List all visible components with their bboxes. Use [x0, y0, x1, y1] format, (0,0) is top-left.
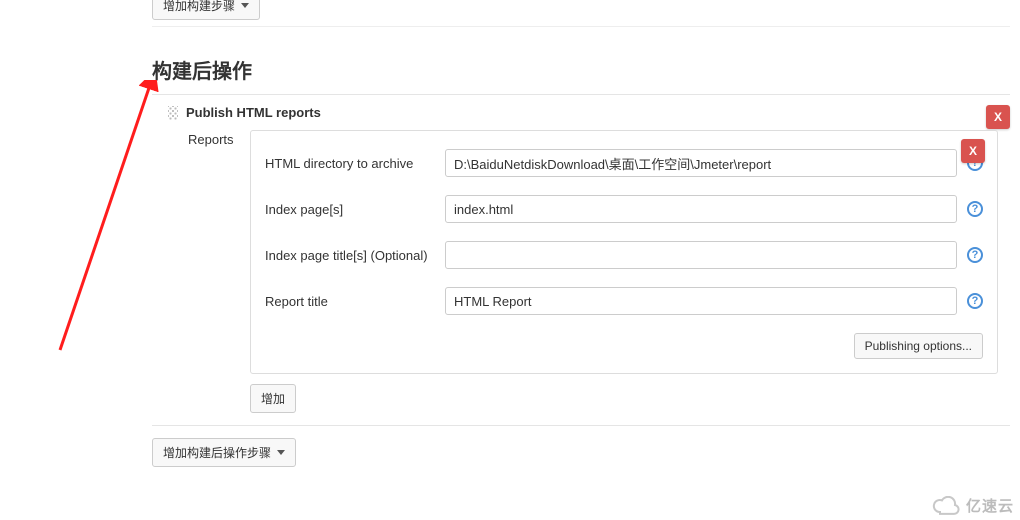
add-build-step-container: 增加构建步骤 [152, 0, 1020, 20]
report-title-label: Report title [265, 294, 445, 309]
watermark-text: 亿速云 [966, 495, 1014, 516]
publishing-options-label: Publishing options... [865, 339, 972, 353]
cloud-icon [932, 496, 960, 516]
publishing-options-button[interactable]: Publishing options... [854, 333, 983, 359]
html-directory-input[interactable] [445, 149, 957, 177]
panel-body: Reports X HTML directory to archive ? In… [152, 130, 1010, 374]
add-report-button[interactable]: 增加 [250, 384, 296, 413]
index-pages-input[interactable] [445, 195, 957, 223]
add-post-build-container: 增加构建后操作步骤 [152, 438, 296, 467]
field-html-directory: HTML directory to archive ? [265, 149, 983, 177]
help-icon[interactable]: ? [967, 293, 983, 309]
add-post-build-button[interactable]: 增加构建后操作步骤 [152, 438, 296, 467]
index-pages-label: Index page[s] [265, 202, 445, 217]
close-icon[interactable]: X [961, 139, 985, 163]
add-report-row: 增加 [152, 384, 1010, 413]
watermark: 亿速云 [932, 495, 1014, 516]
add-build-step-button[interactable]: 增加构建步骤 [152, 0, 260, 20]
add-report-label: 增加 [261, 390, 285, 407]
index-title-input[interactable] [445, 241, 957, 269]
report-title-input[interactable] [445, 287, 957, 315]
field-index-title: Index page title[s] (Optional) ? [265, 241, 983, 269]
panel-title: Publish HTML reports [186, 105, 321, 120]
reports-side-label: Reports [188, 130, 250, 147]
html-directory-label: HTML directory to archive [265, 156, 445, 171]
close-icon[interactable]: X [986, 105, 1010, 129]
help-icon[interactable]: ? [967, 201, 983, 217]
index-title-label: Index page title[s] (Optional) [265, 248, 445, 263]
publish-html-reports-panel: X Publish HTML reports Reports X HTML di… [152, 94, 1010, 426]
section-divider [152, 26, 1010, 27]
field-report-title: Report title ? [265, 287, 983, 315]
chevron-down-icon [241, 3, 249, 8]
add-build-step-label: 增加构建步骤 [163, 0, 235, 14]
field-index-pages: Index page[s] ? [265, 195, 983, 223]
panel-header: Publish HTML reports [152, 95, 1010, 130]
add-post-build-label: 增加构建后操作步骤 [163, 444, 271, 461]
section-title-post-build: 构建后操作 [152, 55, 1020, 84]
drag-handle-icon[interactable] [168, 106, 178, 120]
help-icon[interactable]: ? [967, 247, 983, 263]
report-config-panel: X HTML directory to archive ? Index page… [250, 130, 998, 374]
config-page: 增加构建步骤 构建后操作 X Publish HTML reports Repo… [134, 0, 1020, 467]
chevron-down-icon [277, 450, 285, 455]
publishing-options-row: Publishing options... [265, 333, 983, 359]
